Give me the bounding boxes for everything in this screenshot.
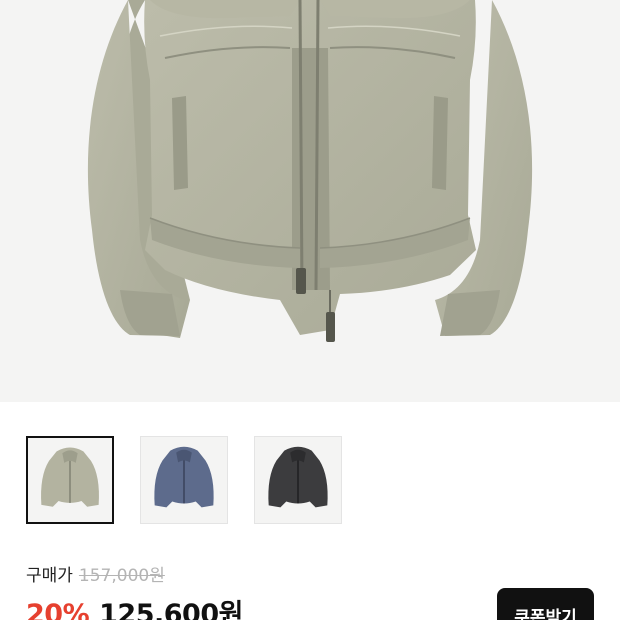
jacket-thumbnail-icon <box>28 438 112 522</box>
discount-rate: 20% <box>26 599 90 620</box>
jacket-thumbnail-icon <box>255 437 341 523</box>
color-thumbnail-list <box>26 436 342 524</box>
original-price-row: 구매가 157,000원 <box>26 560 243 586</box>
jacket-thumbnail-icon <box>141 437 227 523</box>
price-block: 구매가 157,000원 20% 125,600원 <box>26 560 243 620</box>
jacket-illustration <box>87 0 533 342</box>
original-price: 157,000원 <box>78 565 165 586</box>
purchase-price-label: 구매가 <box>26 565 73 586</box>
thumbnail-charcoal[interactable] <box>254 436 342 524</box>
coupon-download-button[interactable]: 쿠폰받기 <box>497 588 594 620</box>
product-main-image[interactable] <box>0 0 620 402</box>
final-price: 125,600원 <box>99 599 243 620</box>
thumbnail-sage[interactable] <box>26 436 114 524</box>
final-price-row: 20% 125,600원 <box>26 592 243 620</box>
thumbnail-blue[interactable] <box>140 436 228 524</box>
